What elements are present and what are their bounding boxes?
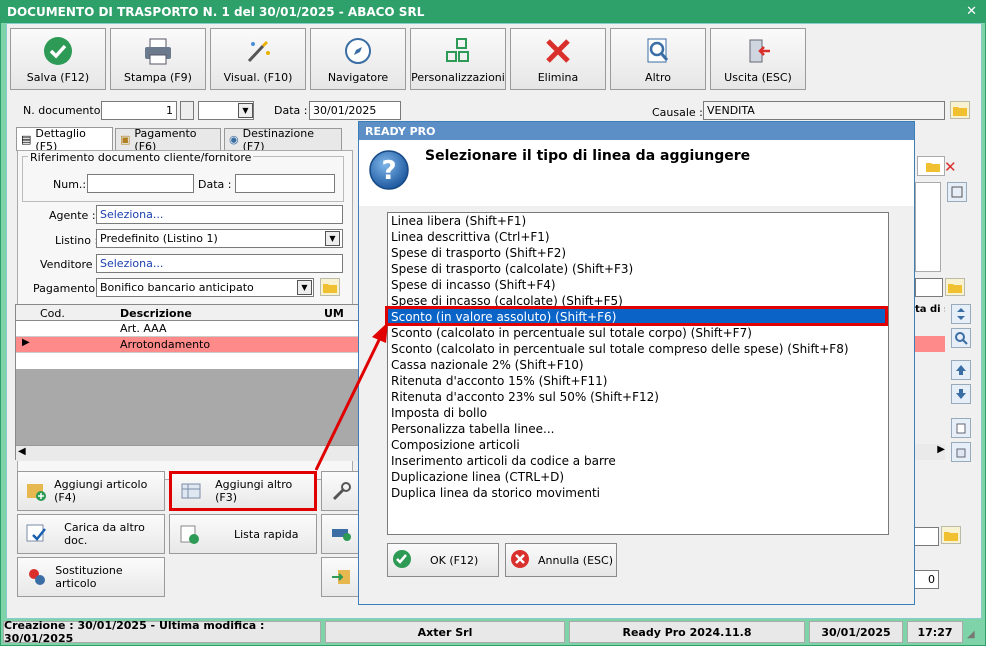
- annotation-arrow: [314, 322, 388, 471]
